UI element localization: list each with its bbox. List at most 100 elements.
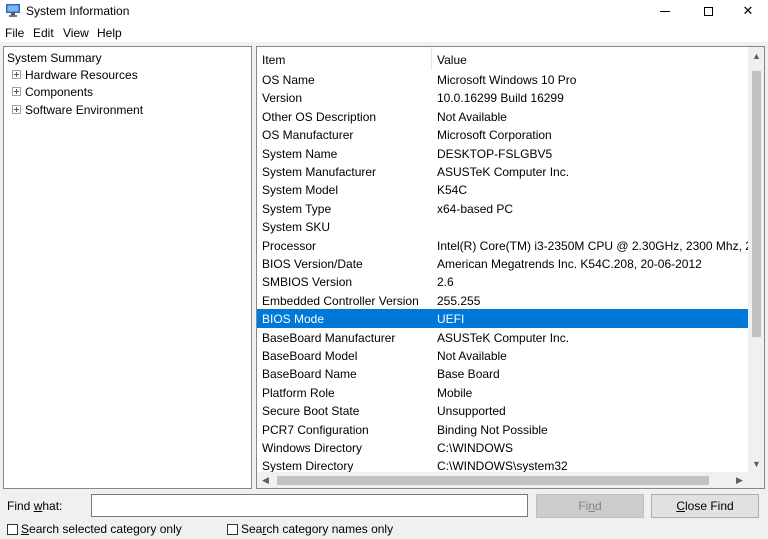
checkbox-label-end: ch category names only bbox=[266, 522, 394, 536]
row-item: BIOS Version/Date bbox=[262, 257, 363, 271]
table-row[interactable]: System Type x64-based PC bbox=[257, 199, 748, 217]
table-row[interactable]: BIOS Version/Date American Megatrends Inc… bbox=[257, 254, 748, 272]
close-find-label: lose Find bbox=[684, 499, 734, 513]
row-item: OS Name bbox=[262, 73, 315, 87]
row-item: Embedded Controller Version bbox=[262, 293, 419, 308]
menu-view[interactable]: View bbox=[63, 26, 89, 40]
table-row[interactable]: BIOS Mode UEFI bbox=[257, 309, 748, 328]
row-value: Base Board bbox=[437, 367, 500, 382]
table-row[interactable]: SMBIOS Version 2.6 bbox=[257, 272, 748, 290]
row-item: OS Manufacturer bbox=[262, 128, 354, 143]
details-list[interactable]: Item Value OS Name Microsoft Windows 10 P… bbox=[256, 46, 765, 489]
row-item: Version bbox=[262, 91, 303, 106]
column-divider[interactable] bbox=[431, 47, 432, 70]
table-row[interactable]: BaseBoard Model Not Available bbox=[257, 346, 748, 364]
row-value: DESKTOP-FSLGBV5 bbox=[437, 146, 553, 161]
find-what-label: Find what: bbox=[7, 499, 62, 513]
menu-bar: File Edit View Help bbox=[0, 22, 768, 42]
row-item: Platform Role bbox=[262, 385, 335, 400]
tree-item-label: System Summary bbox=[7, 50, 102, 65]
tree-item-components[interactable]: Components bbox=[12, 83, 93, 100]
scroll-right-icon[interactable]: ▶ bbox=[731, 472, 748, 488]
scroll-up-icon[interactable]: ▲ bbox=[748, 47, 764, 64]
find-button[interactable]: Fi n d bbox=[536, 494, 644, 518]
row-value: Not Available bbox=[437, 349, 507, 363]
table-row[interactable]: PCR7 Configuration Binding Not Possible bbox=[257, 420, 748, 438]
close-button[interactable]: ✕ bbox=[728, 0, 768, 22]
horizontal-scroll-thumb[interactable] bbox=[277, 476, 709, 485]
tree-item-software-environment[interactable]: Software Environment bbox=[12, 101, 143, 118]
row-item: BaseBoard Model bbox=[262, 349, 358, 363]
close-find-accelerator: C bbox=[676, 499, 685, 513]
row-value: ASUSTeK Computer Inc. bbox=[437, 330, 570, 345]
tree-item-hardware-resources[interactable]: Hardware Resources bbox=[12, 66, 138, 83]
table-row[interactable]: OS Name Microsoft Windows 10 Pro bbox=[257, 70, 748, 88]
row-value: American Megatrends Inc. K54C.208, 20-06… bbox=[437, 257, 702, 271]
table-row[interactable]: System Model K54C bbox=[257, 180, 748, 198]
minimize-button[interactable] bbox=[645, 0, 685, 22]
table-row[interactable]: System Name DESKTOP-FSLGBV5 bbox=[257, 144, 748, 162]
tree-item-system-summary[interactable]: System Summary bbox=[7, 49, 102, 66]
maximize-icon bbox=[703, 6, 713, 16]
row-item: Other OS Description bbox=[262, 109, 377, 124]
row-value: Binding Not Possible bbox=[437, 422, 548, 437]
table-row[interactable]: System SKU bbox=[257, 217, 748, 235]
scroll-corner bbox=[748, 472, 764, 488]
search-category-names-checkbox[interactable]: Sea r ch category names only bbox=[227, 522, 393, 536]
row-item: BaseBoard Name bbox=[262, 367, 357, 382]
expand-icon[interactable] bbox=[12, 70, 21, 79]
row-item: Secure Boot State bbox=[262, 404, 360, 419]
row-item: BIOS Mode bbox=[262, 312, 325, 327]
table-row[interactable]: Version 10.0.16299 Build 16299 bbox=[257, 88, 748, 106]
table-row[interactable]: Windows Directory C:\WINDOWS bbox=[257, 438, 748, 456]
table-row[interactable]: BaseBoard Manufacturer ASUSTeK Computer I… bbox=[257, 328, 748, 346]
find-what-input[interactable] bbox=[91, 494, 528, 517]
expand-icon[interactable] bbox=[12, 87, 21, 96]
row-item: System SKU bbox=[262, 220, 331, 235]
tree-item-label: Components bbox=[25, 84, 94, 99]
table-row[interactable]: BaseBoard Name Base Board bbox=[257, 364, 748, 382]
scroll-down-icon[interactable]: ▼ bbox=[748, 455, 764, 472]
row-item: Processor bbox=[262, 238, 317, 253]
row-item: BaseBoard Manufacturer bbox=[262, 330, 396, 345]
vertical-scroll-thumb[interactable] bbox=[752, 71, 761, 337]
list-header: Item Value bbox=[257, 47, 748, 70]
row-item: PCR7 Configuration bbox=[262, 422, 369, 437]
column-header-item[interactable]: Item bbox=[262, 53, 285, 67]
menu-file[interactable]: File bbox=[5, 26, 24, 40]
category-tree[interactable]: System Summary Hardware Resources Compon… bbox=[3, 46, 252, 489]
search-selected-category-checkbox[interactable]: Search selected category only bbox=[7, 522, 182, 536]
table-row[interactable]: OS Manufacturer Microsoft Corporation bbox=[257, 125, 748, 143]
expand-icon[interactable] bbox=[12, 105, 21, 114]
row-item: Windows Directory bbox=[262, 441, 363, 455]
table-row[interactable]: Embedded Controller Version 255.255 bbox=[257, 291, 748, 309]
row-item: System Manufacturer bbox=[262, 165, 377, 179]
minimize-icon bbox=[660, 10, 670, 12]
checkbox-box[interactable] bbox=[7, 523, 18, 535]
column-header-value[interactable]: Value bbox=[437, 53, 467, 67]
table-row[interactable]: Processor Intel(R) Core(TM) i3-2350M CPU … bbox=[257, 236, 748, 254]
table-row[interactable]: Platform Role Mobile bbox=[257, 383, 748, 401]
row-value: Intel(R) Core(TM) i3-2350M CPU @ 2.30GHz… bbox=[437, 238, 748, 253]
vertical-scrollbar[interactable]: ▲ ▼ bbox=[748, 47, 764, 472]
row-value: Unsupported bbox=[437, 404, 506, 419]
row-value: 255.255 bbox=[437, 293, 481, 308]
table-row[interactable]: Other OS Description Not Available bbox=[257, 107, 748, 125]
scroll-left-icon[interactable]: ◀ bbox=[257, 472, 274, 488]
close-find-button[interactable]: Close Find bbox=[651, 494, 759, 518]
checkbox-label: Sea bbox=[241, 522, 263, 536]
row-value: UEFI bbox=[437, 312, 465, 327]
table-row[interactable]: System Manufacturer ASUSTeK Computer Inc. bbox=[257, 162, 748, 180]
row-value: Microsoft Corporation bbox=[437, 128, 552, 143]
row-item: System Type bbox=[262, 201, 332, 216]
find-button-label: Fi bbox=[578, 499, 589, 513]
maximize-button[interactable] bbox=[688, 0, 728, 22]
checkbox-accelerator: S bbox=[21, 522, 30, 536]
menu-edit[interactable]: Edit bbox=[33, 26, 54, 40]
horizontal-scrollbar[interactable]: ◀ ▶ bbox=[257, 472, 748, 488]
checkbox-label: earch selected category only bbox=[29, 522, 182, 536]
close-icon: ✕ bbox=[742, 3, 754, 18]
menu-help[interactable]: Help bbox=[97, 26, 122, 40]
table-row[interactable]: Secure Boot State Unsupported bbox=[257, 401, 748, 419]
checkbox-box[interactable] bbox=[227, 523, 238, 535]
